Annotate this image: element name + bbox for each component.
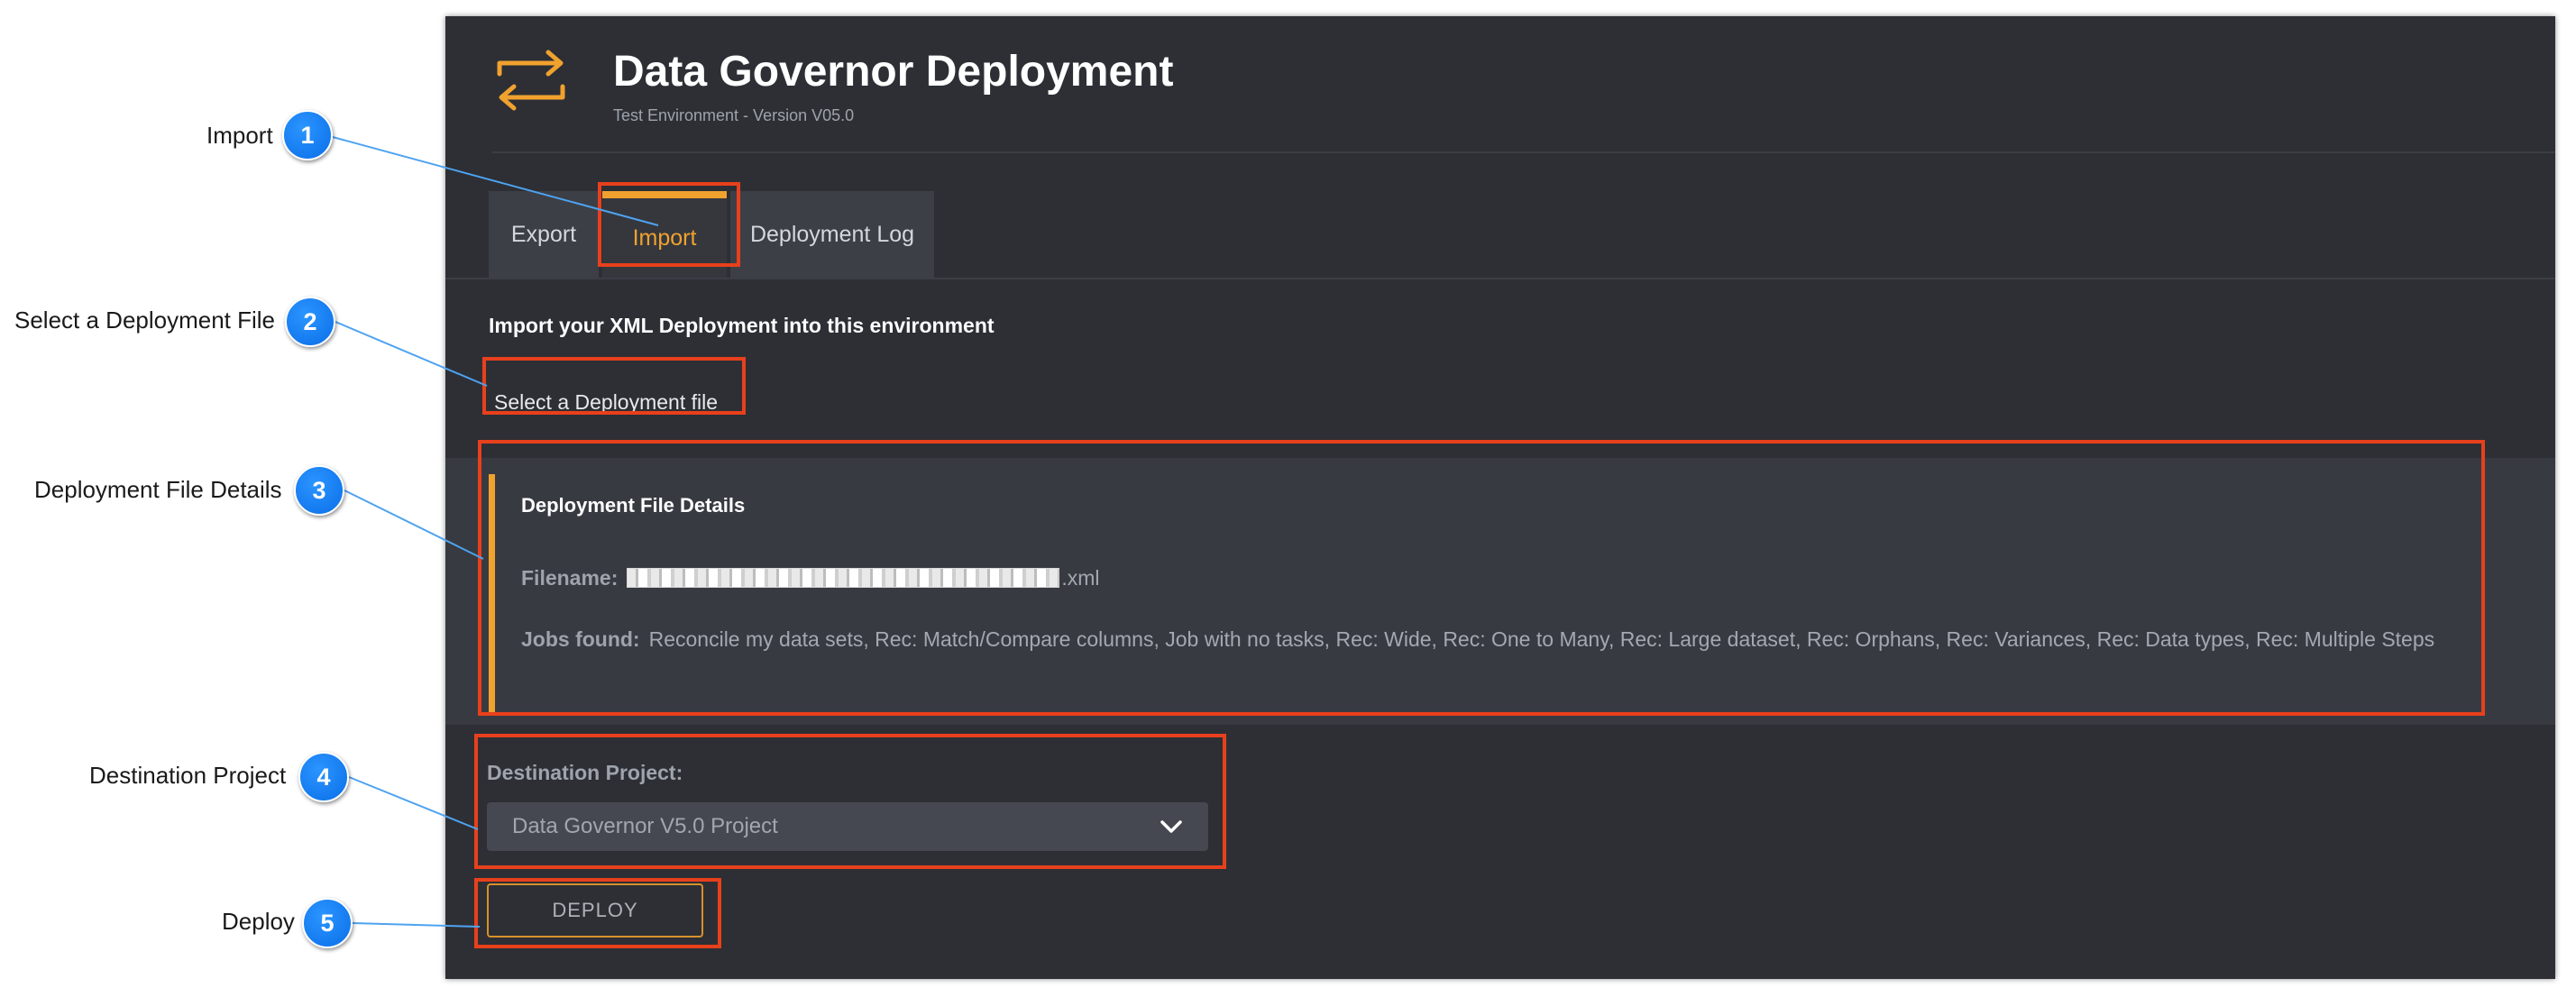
highlight-file-details: [478, 440, 2485, 716]
callout-label-file-details: Deployment File Details: [34, 476, 282, 503]
swap-arrows-icon: [497, 50, 565, 111]
callout-label-import: Import: [206, 122, 273, 149]
highlight-deploy: [474, 878, 721, 948]
callout-label-destination: Destination Project: [89, 762, 287, 789]
app-header: Data Governor Deployment Test Environmen…: [445, 16, 2555, 151]
app-subtitle: Test Environment - Version V05.0: [613, 106, 855, 124]
tab-divider: [445, 278, 2555, 279]
tab-deployment-log[interactable]: Deployment Log: [730, 191, 934, 278]
callout-badge-2: 2: [285, 297, 335, 347]
highlight-import-tab: [598, 182, 740, 267]
highlight-destination-project: [474, 734, 1226, 869]
callout-badge-1: 1: [282, 110, 333, 160]
highlight-select-file: [482, 357, 746, 415]
import-heading: Import your XML Deployment into this env…: [489, 314, 995, 337]
callout-label-select-file: Select a Deployment File: [14, 306, 276, 334]
header-divider: [492, 151, 2555, 153]
callout-label-deploy: Deploy: [222, 908, 295, 935]
callout-badge-4: 4: [298, 752, 349, 802]
tab-export[interactable]: Export: [489, 191, 599, 278]
annotated-screenshot: Data Governor Deployment Test Environmen…: [0, 0, 2576, 997]
callout-badge-5: 5: [302, 898, 353, 948]
app-title: Data Governor Deployment: [613, 48, 1174, 96]
callout-badge-3: 3: [294, 465, 344, 516]
